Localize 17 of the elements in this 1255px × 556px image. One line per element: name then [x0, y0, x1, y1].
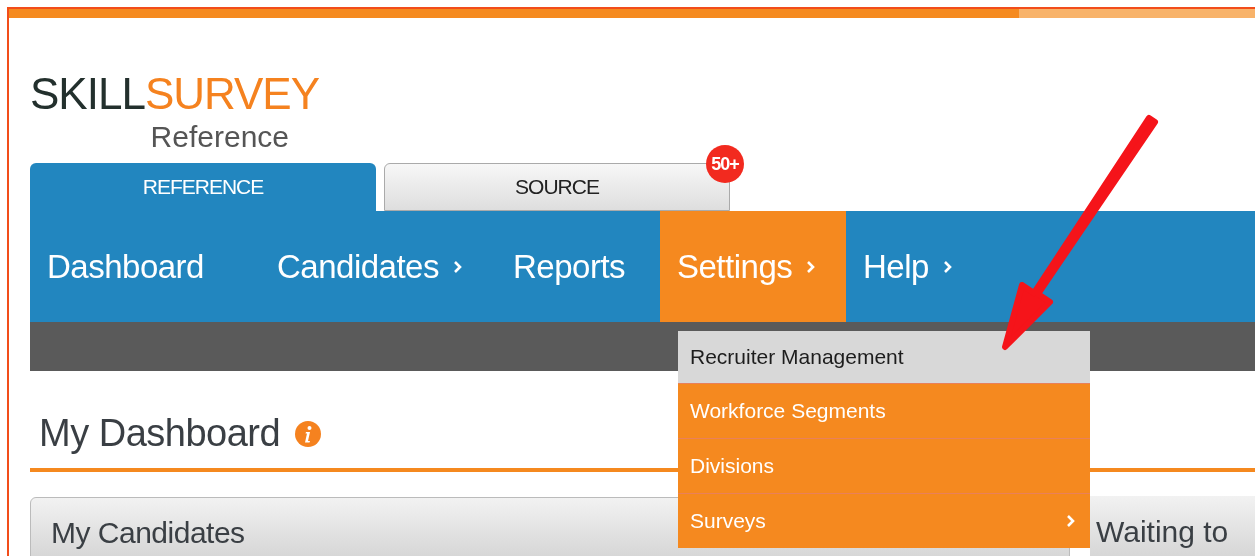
panel-title: Waiting to [1096, 513, 1229, 550]
menu-item[interactable]: Workforce Segments [678, 383, 1090, 438]
menu-item[interactable]: Recruiter Management [678, 331, 1090, 383]
nav-item[interactable]: Dashboard [30, 211, 260, 322]
product-tab[interactable]: REFERENCE [30, 163, 376, 211]
info-icon[interactable] [294, 419, 323, 448]
logo-wordmark: SKILLSURVEY [30, 72, 320, 116]
logo-subtitle: Reference [150, 122, 290, 152]
nav-item[interactable]: Help [846, 211, 966, 322]
nav-item[interactable]: Reports [496, 211, 660, 322]
nav-item[interactable]: Candidates [260, 211, 496, 322]
nav-item[interactable]: Settings [660, 211, 846, 322]
panel-title: My Candidates [51, 514, 245, 551]
menu-item[interactable]: Surveys [678, 493, 1090, 548]
notification-badge: 50+ [706, 145, 744, 183]
menu-item[interactable]: Divisions [678, 438, 1090, 493]
page-title: My Dashboard [39, 411, 281, 456]
